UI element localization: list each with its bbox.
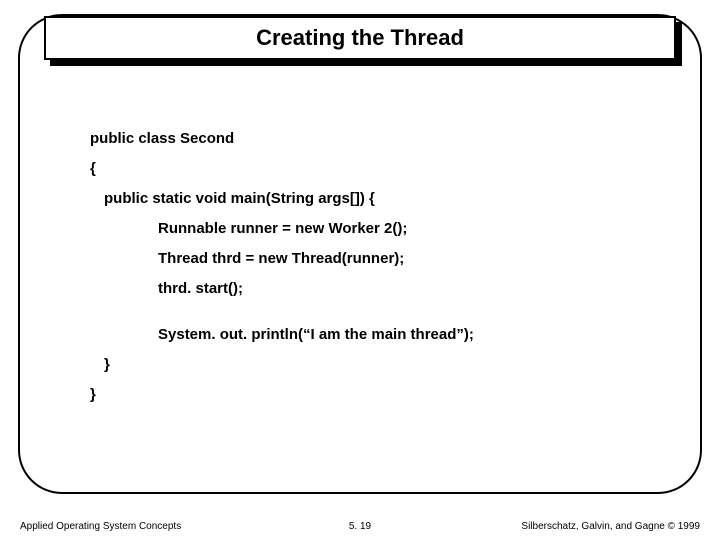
slide: Creating the Thread public class Second … [0, 0, 720, 540]
blank-line [90, 310, 660, 326]
code-block: public class Second { public static void… [90, 130, 660, 416]
footer-copyright: Silberschatz, Galvin, and Gagne © 1999 [521, 521, 700, 532]
code-line: } [90, 386, 660, 404]
code-line: { [90, 160, 660, 178]
title-box: Creating the Thread [44, 16, 676, 60]
title-container: Creating the Thread [44, 16, 676, 60]
footer: Applied Operating System Concepts 5. 19 … [0, 512, 720, 532]
code-line: public class Second [90, 130, 660, 148]
code-line: } [90, 356, 660, 374]
code-line: thrd. start(); [90, 280, 660, 298]
code-line: Thread thrd = new Thread(runner); [90, 250, 660, 268]
code-line: System. out. println(“I am the main thre… [90, 326, 660, 344]
code-line: Runnable runner = new Worker 2(); [90, 220, 660, 238]
slide-title: Creating the Thread [256, 25, 464, 51]
code-line: public static void main(String args[]) { [90, 190, 660, 208]
